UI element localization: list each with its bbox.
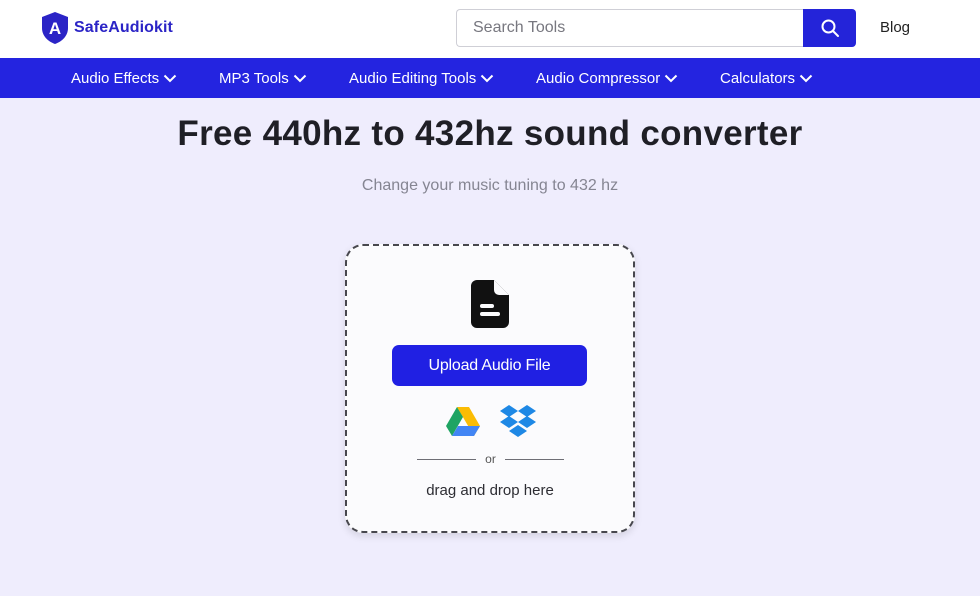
nav-label: Calculators bbox=[720, 69, 796, 87]
main-nav: Audio Effects MP3 Tools Audio Editing To… bbox=[0, 58, 980, 98]
divider-text: or bbox=[485, 452, 496, 466]
nav-label: Audio Effects bbox=[71, 69, 160, 87]
nav-label: Audio Editing Tools bbox=[349, 69, 477, 87]
nav-label: Audio Compressor bbox=[536, 69, 661, 87]
search-icon bbox=[821, 19, 839, 37]
chevron-down-icon bbox=[799, 74, 813, 82]
nav-calculators[interactable]: Calculators bbox=[720, 58, 813, 98]
chevron-down-icon bbox=[163, 74, 177, 82]
chevron-down-icon bbox=[481, 74, 494, 82]
logo-text: SafeAudiokit bbox=[74, 19, 173, 36]
divider-line bbox=[417, 459, 476, 460]
search-bar bbox=[456, 9, 856, 47]
drag-drop-text: drag and drop here bbox=[426, 482, 554, 499]
search-button[interactable] bbox=[803, 9, 856, 47]
nav-mp3-tools[interactable]: MP3 Tools bbox=[219, 58, 307, 98]
google-drive-icon[interactable] bbox=[446, 407, 480, 437]
nav-audio-compressor[interactable]: Audio Compressor bbox=[536, 58, 678, 98]
chevron-down-icon bbox=[293, 74, 306, 82]
blog-link[interactable]: Blog bbox=[880, 19, 910, 36]
nav-label: MP3 Tools bbox=[219, 69, 289, 87]
svg-text:A: A bbox=[49, 19, 61, 38]
upload-dropzone[interactable]: Upload Audio File or drag and drop here bbox=[345, 244, 635, 533]
nav-audio-editing-tools[interactable]: Audio Editing Tools bbox=[349, 58, 494, 98]
chevron-down-icon bbox=[665, 74, 678, 82]
nav-audio-effects[interactable]: Audio Effects bbox=[71, 58, 177, 98]
divider-line bbox=[505, 459, 564, 460]
page-subtitle: Change your music tuning to 432 hz bbox=[361, 177, 619, 194]
page-title: Free 440hz to 432hz sound converter bbox=[177, 114, 803, 153]
upload-audio-button[interactable]: Upload Audio File bbox=[392, 345, 587, 386]
site-header: A SafeAudiokit Blog bbox=[0, 0, 980, 58]
search-input[interactable] bbox=[456, 9, 803, 47]
logo-link[interactable]: A SafeAudiokit bbox=[40, 11, 173, 45]
file-icon bbox=[471, 280, 509, 328]
shield-logo-icon: A bbox=[42, 12, 68, 44]
dropbox-icon[interactable] bbox=[500, 405, 536, 439]
